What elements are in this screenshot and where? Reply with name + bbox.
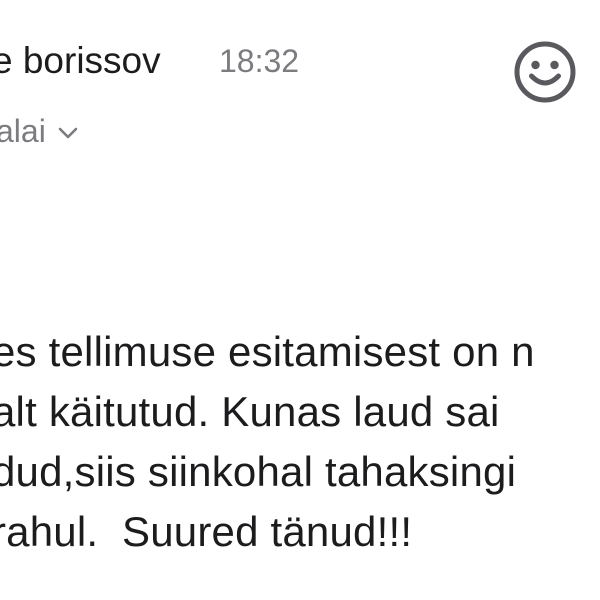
- message-body-line: dud,siis siinkohal tahaksingi: [0, 448, 517, 495]
- message-body-line: rahul. Suured tänud!!!: [0, 508, 413, 555]
- recipient-label: alai: [0, 113, 46, 149]
- sent-time: 18:32: [219, 43, 300, 79]
- message-body-line: es tellimuse esitamisest on n: [0, 328, 535, 375]
- chevron-down-icon: [58, 126, 78, 140]
- message-body: es tellimuse esitamisest on n alt käitut…: [0, 322, 600, 562]
- recipient-details-toggle[interactable]: alai: [0, 111, 78, 151]
- email-message-view: e borissov 18:32 alai es tellimuse esita…: [0, 0, 600, 600]
- sender-name[interactable]: e borissov: [0, 39, 161, 83]
- message-body-line: alt käitutud. Kunas laud sai: [0, 388, 500, 435]
- smiley-icon: [514, 41, 576, 103]
- emoji-reaction-button[interactable]: [513, 40, 577, 104]
